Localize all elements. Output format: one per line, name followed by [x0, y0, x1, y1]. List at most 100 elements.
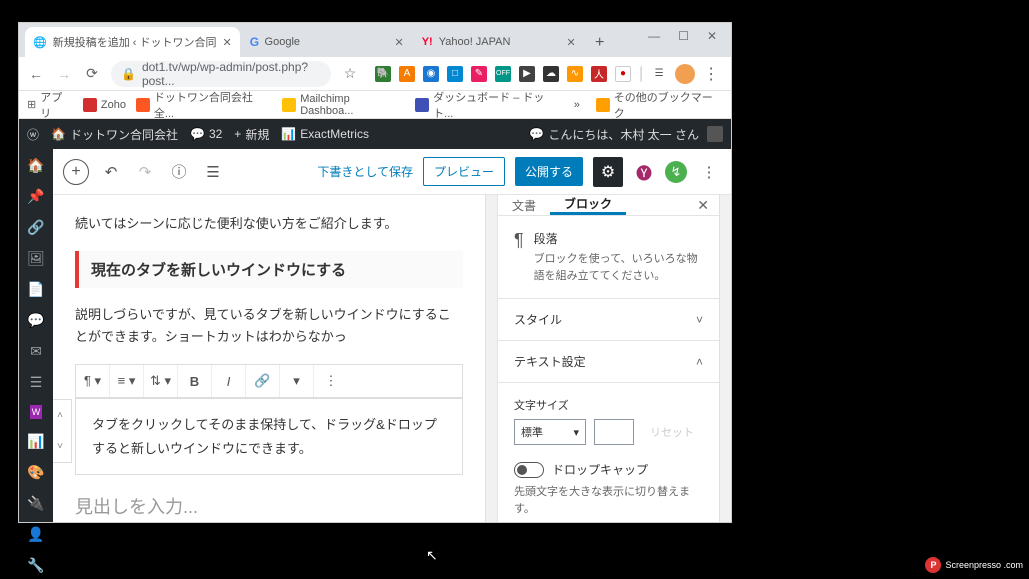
sidebar-scrollbar[interactable]: [719, 195, 731, 522]
heading-placeholder[interactable]: 見出しを入力...: [75, 493, 463, 519]
other-bookmarks[interactable]: その他のブックマーク: [596, 89, 723, 121]
tools-icon[interactable]: 🔧: [27, 557, 44, 574]
font-size-select[interactable]: 標準▾: [514, 419, 586, 445]
yoast-icon[interactable]: 🅨: [633, 161, 655, 183]
save-draft-link[interactable]: 下書きとして保存: [317, 163, 413, 180]
dashboard-icon[interactable]: 🏠: [27, 157, 44, 174]
text-settings-panel-header[interactable]: テキスト設定 ˄: [498, 341, 719, 383]
paragraph-block[interactable]: 説明しづらいですが、見ているタブを新しいウインドウにすることができます。ショート…: [75, 304, 463, 348]
profile-avatar[interactable]: [675, 64, 695, 84]
bookmark-item[interactable]: ダッシュボード – ドット...: [415, 89, 563, 121]
back-icon[interactable]: ←: [27, 66, 45, 82]
maximize-icon[interactable]: ☐: [678, 29, 689, 43]
close-icon[interactable]: ✕: [222, 36, 231, 49]
heading-block[interactable]: 現在のタブを新しいウインドウにする: [75, 251, 463, 288]
close-sidebar-button[interactable]: ✕: [697, 197, 709, 214]
extension-icon[interactable]: ●: [615, 66, 631, 82]
exactmetrics-link[interactable]: 📊ExactMetrics: [281, 127, 369, 141]
bookmark-item[interactable]: Zoho: [83, 98, 126, 112]
tab-document[interactable]: 文書: [498, 195, 550, 215]
move-up-button[interactable]: ˄: [53, 400, 71, 431]
redo-button[interactable]: ↷: [133, 160, 157, 184]
extension-icon[interactable]: ☰: [651, 66, 667, 82]
users-icon[interactable]: 👤: [27, 526, 44, 543]
extension-icon[interactable]: ◉: [423, 66, 439, 82]
apps-button[interactable]: ⊞アプリ: [27, 89, 73, 121]
info-button[interactable]: ⓘ: [167, 160, 191, 184]
minimize-icon[interactable]: —: [648, 29, 660, 43]
appearance-icon[interactable]: 🎨: [27, 464, 44, 481]
forward-icon[interactable]: →: [55, 66, 73, 82]
media-icon[interactable]: 🖼: [27, 250, 45, 267]
style-panel[interactable]: スタイル ˅: [498, 299, 719, 341]
greeting[interactable]: 💬こんにちは、木村 太一 さん: [529, 126, 723, 143]
wp-admin-menu: 🏠 📌 🔗 🖼 📄 💬 ✉ ☰ W 📊 🎨 🔌 👤 🔧: [19, 149, 53, 522]
bold-button[interactable]: B: [178, 365, 212, 397]
browser-tab[interactable]: Y! Yahoo! JAPAN ✕: [414, 27, 584, 57]
link-icon[interactable]: 🔗: [27, 219, 44, 236]
block-text[interactable]: タブをクリックしてそのまま保持して、ドラッグ&ドロップすると新しいウインドウにで…: [92, 417, 437, 455]
preview-button[interactable]: プレビュー: [423, 157, 505, 186]
selected-paragraph-block[interactable]: ˄ ˅ タブをクリックしてそのまま保持して、ドラッグ&ドロップすると新しいウイン…: [75, 398, 463, 475]
publish-button[interactable]: 公開する: [515, 157, 583, 186]
extension-icon[interactable]: ∿: [567, 66, 583, 82]
pages-icon[interactable]: 📄: [27, 281, 44, 298]
new-link[interactable]: +新規: [234, 126, 269, 143]
menu-icon[interactable]: ⋮: [703, 64, 718, 84]
bookmark-item[interactable]: ドットワン合同会社全...: [136, 89, 272, 121]
move-down-button[interactable]: ˅: [53, 431, 71, 462]
italic-button[interactable]: I: [212, 365, 246, 397]
mail-icon[interactable]: ✉: [30, 343, 42, 360]
transform-button[interactable]: ⇅ ▾: [144, 365, 178, 397]
reset-button[interactable]: リセット: [642, 420, 702, 444]
browser-tab-active[interactable]: 🌐 新規投稿を追加 ‹ ドットワン合同 ✕: [25, 27, 240, 57]
undo-button[interactable]: ↶: [99, 160, 123, 184]
pin-icon[interactable]: 📌: [27, 188, 44, 205]
settings-sidebar: 文書 ブロック ✕ ¶ 段落 ブロックを使って、いろいろな物語を組み立ててくださ…: [497, 195, 719, 522]
comments-link[interactable]: 💬32: [190, 127, 222, 141]
align-button[interactable]: ≡ ▾: [110, 365, 144, 397]
wordpress-icon[interactable]: ⓦ: [27, 126, 39, 143]
block-more-button[interactable]: ⋮: [314, 365, 348, 397]
lock-icon: 🔒: [121, 67, 136, 81]
editor-canvas[interactable]: 続いてはシーンに応じた便利な使い方をご紹介します。 現在のタブを新しいウインドウ…: [53, 195, 485, 522]
url-field[interactable]: 🔒 dot1.tv/wp/wp-admin/post.php?post...: [111, 61, 331, 87]
star-icon[interactable]: ☆: [341, 65, 359, 82]
extension-separator: |: [639, 65, 643, 83]
comments-icon[interactable]: 💬: [27, 312, 44, 329]
extension-icon[interactable]: ☁: [543, 66, 559, 82]
extension-icon[interactable]: ✎: [471, 66, 487, 82]
browser-tab[interactable]: G Google ✕: [242, 27, 412, 57]
list-icon[interactable]: ☰: [30, 374, 43, 391]
paragraph-block[interactable]: 続いてはシーンに応じた便利な使い方をご紹介します。: [75, 213, 463, 235]
link-button[interactable]: 🔗: [246, 365, 280, 397]
outline-button[interactable]: ☰: [201, 160, 225, 184]
close-icon[interactable]: ✕: [566, 36, 575, 49]
extension-icon[interactable]: A: [399, 66, 415, 82]
site-link[interactable]: 🏠ドットワン合同会社: [51, 126, 178, 143]
extension-icon[interactable]: 🐘: [375, 66, 391, 82]
stats-icon[interactable]: 📊: [27, 433, 44, 450]
wp-icon[interactable]: W: [30, 405, 43, 419]
reload-icon[interactable]: ⟳: [83, 65, 101, 82]
extension-icon[interactable]: □: [447, 66, 463, 82]
bookmark-item[interactable]: Mailchimp Dashboa...: [282, 93, 405, 117]
tab-block[interactable]: ブロック: [550, 195, 626, 215]
more-menu-button[interactable]: ⋮: [697, 160, 721, 184]
monsterinsights-icon[interactable]: ↯: [665, 161, 687, 183]
block-type-button[interactable]: ¶ ▾: [76, 365, 110, 397]
font-size-input[interactable]: [594, 419, 634, 445]
more-format-button[interactable]: ▾: [280, 365, 314, 397]
close-icon[interactable]: ✕: [394, 36, 403, 49]
extension-icon[interactable]: ▶: [519, 66, 535, 82]
canvas-scrollbar[interactable]: [485, 195, 497, 522]
extension-icon[interactable]: 人: [591, 66, 607, 82]
dropcap-toggle[interactable]: [514, 462, 544, 478]
settings-button[interactable]: ⚙: [593, 157, 623, 187]
plugins-icon[interactable]: 🔌: [27, 495, 44, 512]
bookmarks-overflow[interactable]: »: [574, 99, 580, 111]
extension-icon[interactable]: OFF: [495, 66, 511, 82]
add-block-button[interactable]: +: [63, 159, 89, 185]
new-tab-button[interactable]: +: [586, 29, 614, 57]
close-icon[interactable]: ✕: [707, 29, 717, 43]
